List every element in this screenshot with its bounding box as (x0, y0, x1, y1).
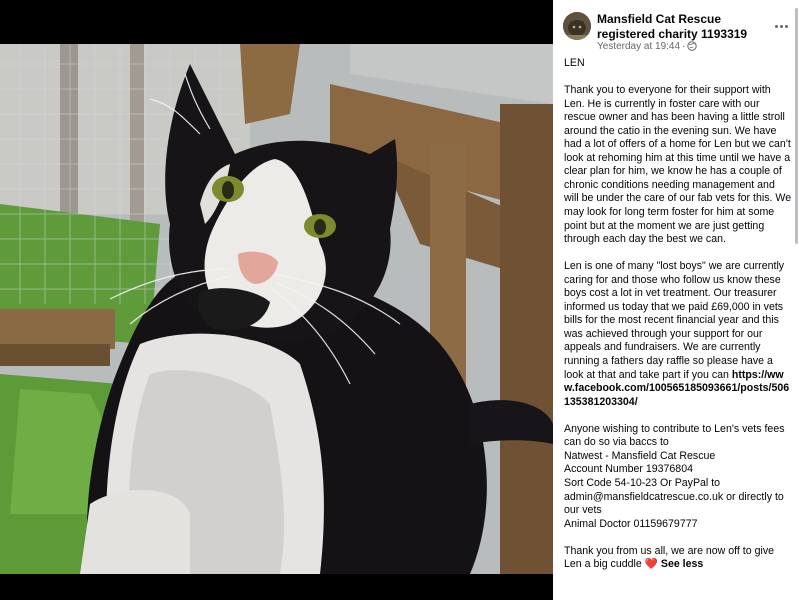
more-dot (779, 24, 783, 28)
photo-viewer (0, 0, 553, 600)
page-name-link[interactable]: Mansfield Cat Rescue registered charity … (597, 12, 767, 42)
post-timestamp[interactable]: Yesterday at 19:44 (597, 41, 680, 52)
panel-scrollbar[interactable] (795, 8, 798, 244)
post-paragraph-closing: Thank you from us all, we are now off to… (564, 545, 792, 572)
post-text: LEN Thank you to everyone for their supp… (564, 57, 792, 585)
globe-icon[interactable] (687, 41, 698, 55)
appeal-text: Len is one of many "lost boys" we are cu… (564, 260, 785, 381)
heart-icon: ❤️ (644, 558, 658, 571)
more-horizontal-icon (774, 24, 778, 28)
post-paragraph-title: LEN (564, 57, 585, 69)
post-paragraph-update: Thank you to everyone for their support … (564, 84, 792, 246)
post-meta: Yesterday at 19:44 · (597, 41, 698, 55)
more-options-button[interactable] (769, 14, 793, 38)
post-header: Mansfield Cat Rescue registered charity … (553, 0, 799, 56)
more-dot (784, 24, 788, 28)
cat-photo[interactable] (0, 44, 553, 574)
post-paragraph-donations: Anyone wishing to contribute to Len's ve… (564, 422, 785, 530)
post-panel: Mansfield Cat Rescue registered charity … (553, 0, 799, 600)
see-less-button[interactable]: See less (661, 558, 703, 570)
post-paragraph-appeal: Len is one of many "lost boys" we are cu… (564, 260, 792, 409)
meta-separator: · (682, 41, 686, 52)
page-avatar[interactable] (563, 12, 591, 40)
